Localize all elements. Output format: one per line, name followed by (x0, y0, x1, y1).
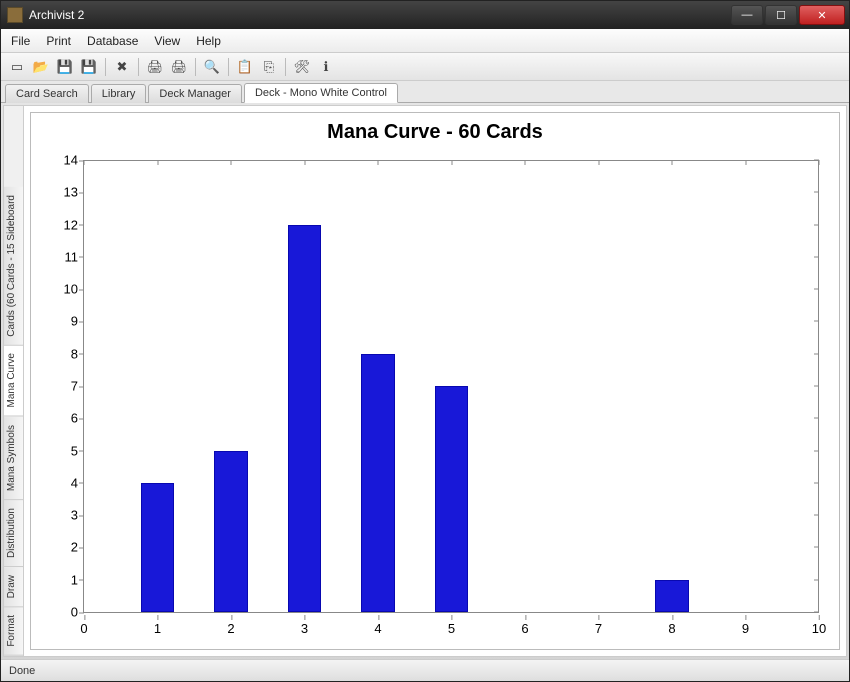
y-tick: 1 (48, 572, 78, 587)
toolbar-separator (105, 58, 106, 76)
content-area: FormatDrawDistributionMana SymbolsMana C… (3, 105, 847, 657)
save-all-icon[interactable]: 💾 (79, 57, 99, 77)
y-tick: 10 (48, 282, 78, 297)
tab-deck-manager[interactable]: Deck Manager (148, 84, 242, 103)
x-tick: 5 (448, 621, 455, 636)
tabbar: Card SearchLibraryDeck ManagerDeck - Mon… (1, 81, 849, 103)
side-tab-distribution[interactable]: Distribution (4, 500, 23, 567)
minimize-button[interactable]: — (731, 5, 763, 25)
menu-help[interactable]: Help (196, 34, 221, 48)
y-tick: 14 (48, 153, 78, 168)
settings-icon[interactable]: 🛠 (292, 57, 312, 77)
menu-file[interactable]: File (11, 34, 30, 48)
chart-plot: 01234567891011121314012345678910 (83, 160, 819, 613)
y-tick: 2 (48, 540, 78, 555)
print-icon[interactable]: 🖨 (145, 57, 165, 77)
new-icon[interactable]: ▭ (7, 57, 27, 77)
x-tick: 1 (154, 621, 161, 636)
bar-1 (141, 483, 174, 612)
x-tick: 10 (812, 621, 826, 636)
y-tick: 4 (48, 475, 78, 490)
maximize-button[interactable]: ☐ (765, 5, 797, 25)
side-tab-mana-symbols[interactable]: Mana Symbols (4, 417, 23, 500)
chart-panel: Mana Curve - 60 Cards 012345678910111213… (30, 112, 840, 650)
window-controls: — ☐ ✕ (729, 5, 845, 25)
x-tick: 6 (521, 621, 528, 636)
y-tick: 0 (48, 605, 78, 620)
y-tick: 7 (48, 379, 78, 394)
bar-2 (214, 451, 247, 612)
toolbar-separator (138, 58, 139, 76)
x-tick: 2 (227, 621, 234, 636)
chart-area: Mana Curve - 60 Cards 012345678910111213… (24, 106, 846, 656)
side-tab-format[interactable]: Format (4, 607, 23, 656)
tab-library[interactable]: Library (91, 84, 147, 103)
app-window: Archivist 2 — ☐ ✕ File Print Database Vi… (0, 0, 850, 682)
y-tick: 9 (48, 314, 78, 329)
titlebar: Archivist 2 — ☐ ✕ (1, 1, 849, 29)
toolbar-separator (285, 58, 286, 76)
x-tick: 4 (374, 621, 381, 636)
search-icon[interactable]: 🔍 (202, 57, 222, 77)
tab-card-search[interactable]: Card Search (5, 84, 89, 103)
bar-5 (435, 386, 468, 612)
side-tab-cards-60-cards-15-sideboard[interactable]: Cards (60 Cards - 15 Sideboard (4, 187, 23, 346)
print-preview-icon[interactable]: 🖨 (169, 57, 189, 77)
open-icon[interactable]: 📂 (31, 57, 51, 77)
toolbar-separator (228, 58, 229, 76)
toolbar-separator (195, 58, 196, 76)
status-text: Done (9, 665, 35, 677)
y-tick: 3 (48, 508, 78, 523)
side-tab-draw[interactable]: Draw (4, 567, 23, 607)
bar-4 (361, 354, 394, 612)
y-tick: 6 (48, 411, 78, 426)
x-tick: 9 (742, 621, 749, 636)
y-tick: 12 (48, 217, 78, 232)
app-icon (7, 7, 23, 23)
y-tick: 11 (48, 249, 78, 264)
y-tick: 13 (48, 185, 78, 200)
menubar: File Print Database View Help (1, 29, 849, 53)
delete-icon[interactable]: ✖ (112, 57, 132, 77)
side-tab-mana-curve[interactable]: Mana Curve (4, 345, 23, 416)
x-tick: 7 (595, 621, 602, 636)
close-button[interactable]: ✕ (799, 5, 845, 25)
x-tick: 8 (668, 621, 675, 636)
x-tick: 3 (301, 621, 308, 636)
save-icon[interactable]: 💾 (55, 57, 75, 77)
x-tick: 0 (80, 621, 87, 636)
menu-print[interactable]: Print (46, 34, 71, 48)
chart-title: Mana Curve - 60 Cards (43, 121, 827, 144)
copy-icon[interactable]: 📋 (235, 57, 255, 77)
y-tick: 8 (48, 346, 78, 361)
menu-view[interactable]: View (154, 34, 180, 48)
toolbar: ▭📂💾💾✖🖨🖨🔍📋⎘🛠ℹ (1, 53, 849, 81)
info-icon[interactable]: ℹ (316, 57, 336, 77)
bar-3 (288, 225, 321, 612)
window-title: Archivist 2 (29, 8, 729, 22)
y-tick: 5 (48, 443, 78, 458)
statusbar: Done (1, 659, 849, 681)
side-tabbar: FormatDrawDistributionMana SymbolsMana C… (4, 106, 24, 656)
paste-icon[interactable]: ⎘ (259, 57, 279, 77)
menu-database[interactable]: Database (87, 34, 138, 48)
bar-8 (655, 580, 688, 612)
tab-deck-mono-white-control[interactable]: Deck - Mono White Control (244, 83, 398, 103)
